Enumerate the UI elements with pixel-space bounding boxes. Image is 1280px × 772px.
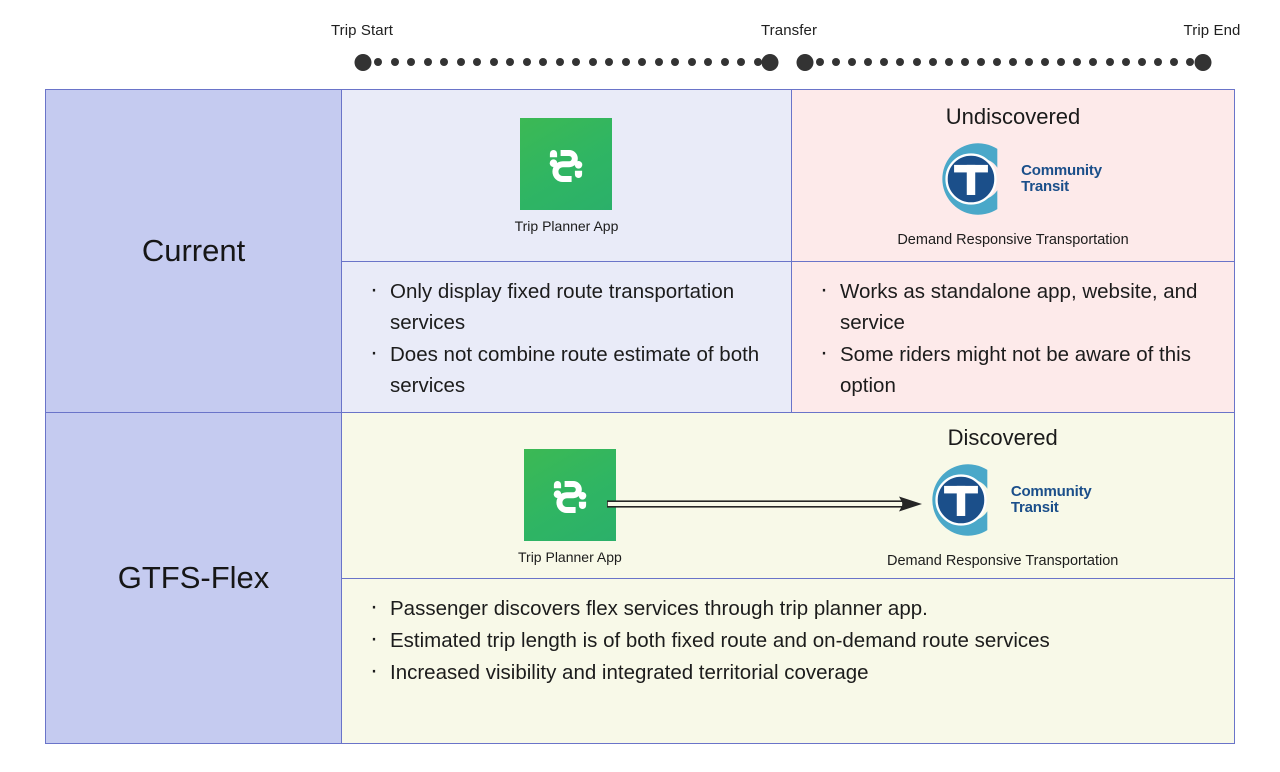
- community-transit-logo: Community Transit: [924, 132, 1102, 226]
- community-transit-caption: Demand Responsive Transportation: [887, 553, 1119, 569]
- timeline-dot: [1073, 58, 1082, 66]
- timeline-dot: [1186, 58, 1194, 66]
- timeline-dot: [1089, 58, 1098, 66]
- timeline-dot: [880, 58, 889, 66]
- list-item: Increased visibility and integrated terr…: [364, 655, 1214, 688]
- row-label-current: Current: [46, 90, 342, 412]
- timeline-dot: [960, 58, 969, 66]
- brand-line-1: Community: [1021, 161, 1102, 179]
- timeline-label-transfer: Transfer: [760, 22, 818, 39]
- diagram-canvas: Trip Start Transfer Trip End Current Tri…: [0, 0, 1280, 772]
- brand-line-1: Community: [1010, 483, 1092, 500]
- timeline-dot: [1009, 58, 1018, 66]
- trip-timeline: Trip Start Transfer Trip End: [0, 0, 1280, 88]
- timeline-dot: [1121, 58, 1130, 66]
- gtfs-flex-diagram: Trip Planner App Discovered Community Tr…: [342, 413, 1234, 578]
- timeline-dot: [896, 58, 905, 66]
- current-trip-planner-logo-pane: Trip Planner App: [342, 90, 791, 261]
- timeline-node-trip-end: [1194, 54, 1212, 71]
- list-item: Some riders might not be aware of this o…: [814, 337, 1214, 401]
- community-transit-logo: Community Transit: [914, 453, 1092, 547]
- connection-arrow: [607, 496, 922, 512]
- row-gtfs-flex: GTFS-Flex Trip Planner App Discovered Co…: [46, 412, 1234, 743]
- timeline-dot: [1025, 58, 1034, 66]
- timeline-dot: [864, 58, 873, 66]
- bullet-list: Passenger discovers flex services throug…: [364, 591, 1214, 688]
- cell-current-trip-planner: Trip Planner App Only display fixed rout…: [342, 90, 791, 412]
- list-item: Estimated trip length is of both fixed r…: [364, 623, 1214, 656]
- timeline-dot: [1153, 58, 1162, 66]
- row-label-gtfs-flex: GTFS-Flex: [46, 413, 342, 743]
- timeline-dot: [944, 58, 953, 66]
- undiscovered-heading: Undiscovered: [945, 103, 1081, 129]
- timeline-node-transfer-depart: [796, 54, 814, 71]
- current-trip-planner-bullets-pane: Only display fixed route transportation …: [342, 261, 791, 412]
- timeline-dot: [1057, 58, 1066, 66]
- timeline-node-trip-start: [354, 54, 372, 71]
- timeline-dot: [816, 58, 824, 66]
- timeline-segment-on-demand: [0, 58, 1280, 67]
- transit-app-block: Trip Planner App: [514, 117, 619, 234]
- timeline-dot: [1169, 58, 1178, 66]
- list-item: Passenger discovers flex services throug…: [364, 591, 1214, 624]
- timeline-dot: [992, 58, 1001, 66]
- timeline-dot: [848, 58, 857, 66]
- bullet-list: Works as standalone app, website, and se…: [814, 274, 1214, 401]
- comparison-grid: Current Trip Planner App · Only display …: [45, 89, 1235, 744]
- row-current: Current Trip Planner App · Only display …: [46, 90, 1234, 412]
- timeline-label-trip-start: Trip Start: [330, 22, 394, 39]
- transit-app-caption: Trip Planner App: [518, 549, 622, 565]
- timeline-dot: [1041, 58, 1050, 66]
- timeline-dot: [1137, 58, 1146, 66]
- community-transit-c-mark: [932, 464, 988, 536]
- community-transit-wordmark: Community Transit: [1011, 484, 1092, 516]
- community-transit-caption: Demand Responsive Transportation: [897, 231, 1129, 248]
- current-community-transit-logo-pane: Undiscovered Community Transit Demand Re…: [792, 90, 1234, 261]
- list-item: Only display fixed route transportation …: [364, 274, 771, 338]
- bullet-list: Only display fixed route transportation …: [364, 274, 771, 401]
- community-transit-block: Undiscovered Community Transit Demand Re…: [897, 104, 1128, 248]
- cell-current-demand-responsive: Undiscovered Community Transit Demand Re…: [791, 90, 1234, 412]
- transit-app-icon: [520, 117, 613, 210]
- timeline-dot: [1105, 58, 1114, 66]
- timeline-dot: [832, 58, 841, 66]
- transit-app-caption: Trip Planner App: [514, 217, 619, 234]
- brand-line-2: Transit: [1010, 499, 1059, 516]
- timeline-dot: [928, 58, 937, 66]
- row-current-body: Trip Planner App Only display fixed rout…: [342, 90, 1234, 412]
- community-transit-c-mark: [942, 142, 998, 215]
- cell-gtfs-flex: Trip Planner App Discovered Community Tr…: [342, 413, 1234, 743]
- community-transit-block: Discovered Community Transit Demand Resp…: [887, 425, 1118, 569]
- list-item: Works as standalone app, website, and se…: [814, 274, 1214, 338]
- flex-community-transit-block: Discovered Community Transit Demand Resp…: [887, 425, 1118, 569]
- timeline-dot: [912, 58, 921, 66]
- current-demand-responsive-bullets-pane: Works as standalone app, website, and se…: [792, 261, 1234, 412]
- timeline-node-transfer-arrive: [761, 54, 779, 71]
- gtfs-flex-bullets-pane: Passenger discovers flex services throug…: [342, 578, 1234, 743]
- timeline-label-trip-end: Trip End: [1183, 22, 1241, 39]
- list-item: Does not combine route estimate of both …: [364, 337, 771, 401]
- brand-line-2: Transit: [1021, 177, 1069, 195]
- discovered-heading: Discovered: [947, 425, 1058, 450]
- community-transit-wordmark: Community Transit: [1021, 161, 1102, 195]
- timeline-dot: [976, 58, 985, 66]
- transit-app-icon: [523, 449, 616, 541]
- row-gtfs-flex-body: Trip Planner App Discovered Community Tr…: [342, 413, 1234, 743]
